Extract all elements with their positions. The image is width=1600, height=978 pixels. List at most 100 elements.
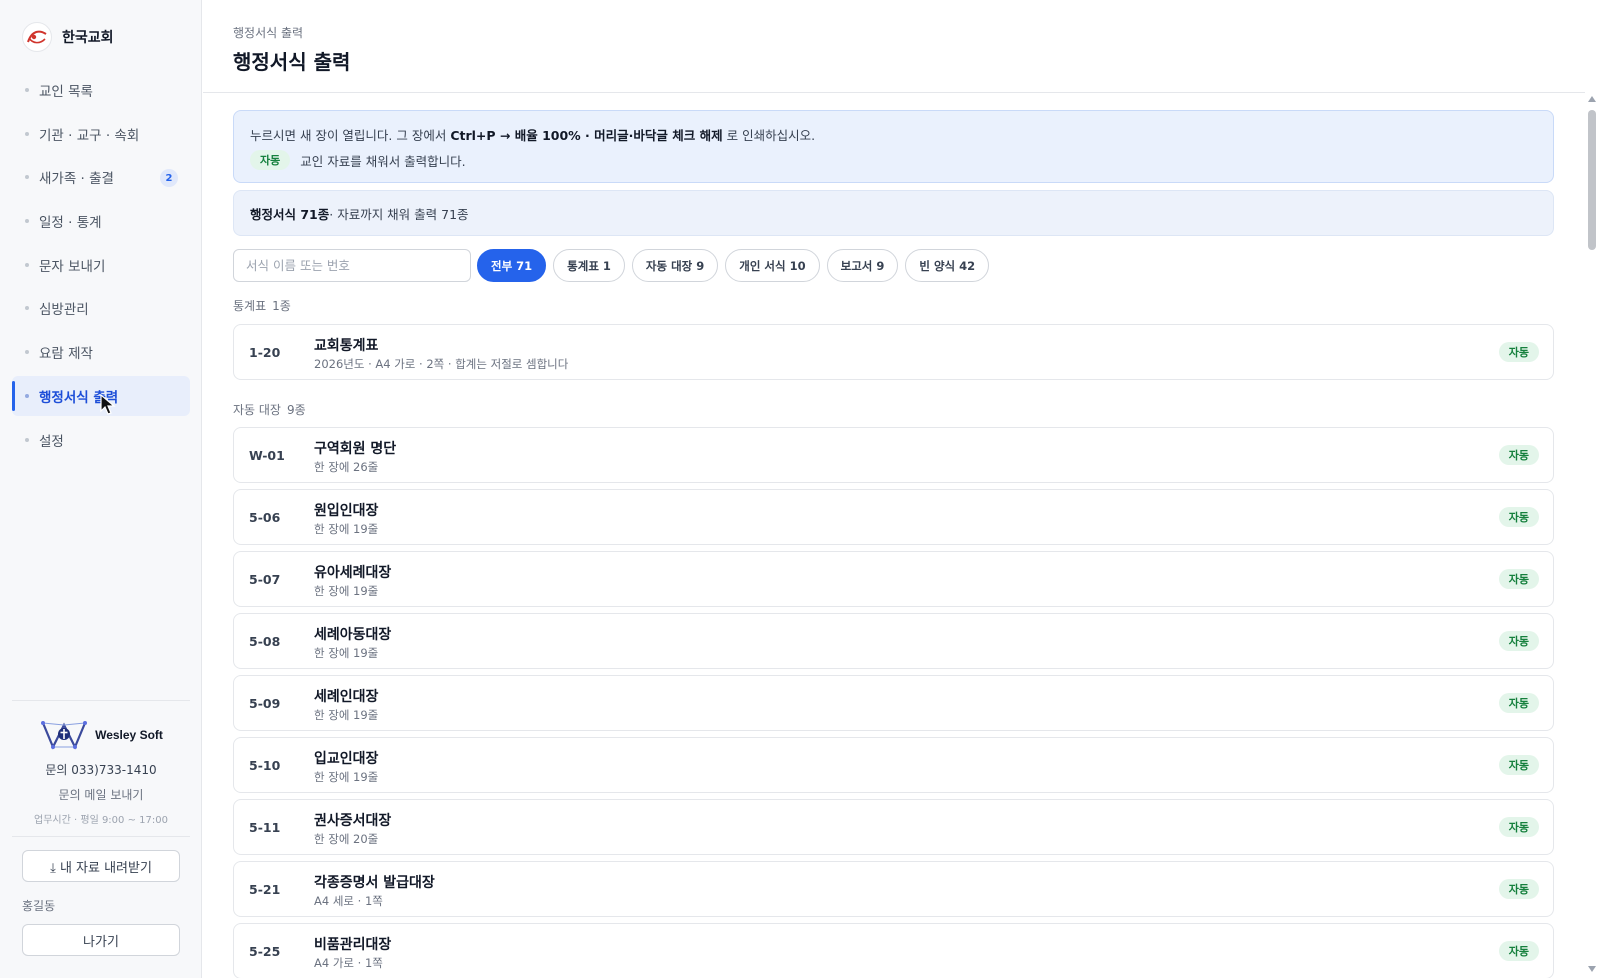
sidebar-item-directory[interactable]: 요람 제작	[12, 332, 190, 372]
filter-chip-all[interactable]: 전부 71	[477, 249, 547, 282]
contact-mail-link[interactable]: 문의 메일 보내기	[12, 786, 190, 803]
form-code: 5-11	[249, 819, 281, 835]
brand[interactable]: 한국교회	[22, 22, 114, 52]
exit-button[interactable]: 나가기	[22, 924, 180, 956]
form-code: 5-07	[249, 571, 281, 587]
business-hours: 업무시간 · 평일 9:00 ~ 17:00	[34, 815, 168, 826]
section-name: 통계표	[233, 299, 267, 313]
page-title: 행정서식 출력	[233, 50, 351, 74]
form-card[interactable]: 5-21 각종증명서 발급대장 A4 세로 · 1쪽 자동	[233, 861, 1554, 917]
form-desc: 한 장에 19줄	[314, 584, 379, 598]
sidebar-item-label: 일정 · 통계	[39, 215, 102, 232]
form-code: 5-09	[249, 695, 281, 711]
notice-text-post: 로 인쇄하십시오.	[722, 128, 816, 143]
sidebar: 한국교회 교인 목록 기관 · 교구 · 속회 새가족 · 출결 2 일정 · 통…	[0, 0, 202, 978]
sidebar-item-newcomers[interactable]: 새가족 · 출결 2	[12, 157, 190, 197]
sidebar-item-label: 교인 목록	[39, 84, 93, 100]
sidebar-item-settings[interactable]: 설정	[12, 420, 190, 460]
bullet-icon	[25, 262, 29, 267]
bullet-icon	[25, 306, 29, 311]
form-card[interactable]: 5-07 유아세례대장 한 장에 19줄 자동	[233, 551, 1554, 607]
bullet-icon	[25, 88, 29, 92]
download-data-button[interactable]: ⤓ 내 자료 내려받기	[22, 850, 180, 882]
form-code: 5-08	[249, 633, 281, 649]
bullet-icon	[25, 437, 29, 442]
form-desc: 한 장에 19줄	[314, 646, 379, 660]
form-card[interactable]: 5-08 세례아동대장 한 장에 19줄 자동	[233, 613, 1554, 669]
form-title: 세례아동대장	[314, 627, 392, 643]
auto-tag: 자동	[1498, 445, 1539, 465]
print-notice: 누르시면 새 장이 열립니다. 그 장에서 Ctrl+P → 배율 100% ·…	[233, 110, 1554, 183]
forms-summary: 행정서식 71종 · 자료까지 채워 출력 71종	[233, 190, 1554, 236]
sidebar-item-label: 기관 · 교구 · 속회	[39, 127, 140, 144]
section-count: 9종	[286, 403, 306, 417]
form-card[interactable]: W-01 구역회원 명단 한 장에 26줄 자동	[233, 427, 1554, 483]
scroll-down-arrow-icon[interactable]	[1588, 966, 1596, 972]
form-code: 5-21	[249, 881, 281, 897]
main-scrollbar[interactable]	[1585, 92, 1600, 978]
section-label-statistics: 통계표 1종	[233, 297, 291, 314]
section-count: 1종	[272, 299, 291, 313]
company-brand: Wesley Soft	[12, 717, 190, 753]
form-desc: 한 장에 19줄	[314, 708, 379, 722]
form-card[interactable]: 5-09 세례인대장 한 장에 19줄 자동	[233, 675, 1554, 731]
sidebar-item-schedule[interactable]: 일정 · 통계	[12, 201, 190, 241]
sidebar-divider	[12, 836, 190, 837]
filter-chip-reports[interactable]: 보고서 9	[826, 249, 899, 282]
form-desc: A4 가로 · 1쪽	[314, 956, 383, 970]
sidebar-item-visitation[interactable]: 심방관리	[12, 288, 190, 328]
notice-legend: 자동 교인 자료를 채워서 출력합니다.	[250, 150, 1537, 170]
sidebar-footer: Wesley Soft 문의 033)733-1410 문의 메일 보내기 업무…	[12, 700, 190, 826]
form-title: 구역회원 명단	[314, 441, 397, 457]
form-title: 비품관리대장	[314, 937, 392, 953]
form-desc: 한 장에 19줄	[314, 770, 379, 784]
form-card[interactable]: 1-20 교회통계표 2026년도 · A4 가로 · 2쪽 · 합계는 저절로…	[233, 324, 1554, 380]
form-card[interactable]: 5-11 권사증서대장 한 장에 20줄 자동	[233, 799, 1554, 855]
form-desc: 한 장에 26줄	[314, 460, 379, 474]
notice-text-pre: 누르시면 새 장이 열립니다. 그 장에서	[250, 128, 451, 143]
scroll-thumb[interactable]	[1588, 110, 1596, 250]
sidebar-item-label: 요람 제작	[39, 346, 93, 363]
scroll-up-arrow-icon[interactable]	[1588, 96, 1596, 102]
form-title: 입교인대장	[314, 751, 379, 767]
filter-chip-auto-registers[interactable]: 자동 대장 9	[631, 249, 719, 282]
mouse-cursor-icon	[100, 394, 116, 415]
filter-chips: 전부 71 통계표 1 자동 대장 9 개인 서식 10 보고서 9 빈 양식 …	[477, 249, 990, 282]
form-desc: A4 세로 · 1쪽	[314, 894, 383, 908]
form-title: 각종증명서 발급대장	[314, 875, 435, 891]
bullet-icon	[25, 219, 29, 224]
bullet-icon	[25, 350, 29, 355]
auto-tag: 자동	[1498, 941, 1539, 961]
form-card[interactable]: 5-25 비품관리대장 A4 가로 · 1쪽 자동	[233, 923, 1554, 978]
form-title: 유아세례대장	[314, 565, 392, 581]
sidebar-item-sms[interactable]: 문자 보내기	[12, 245, 190, 285]
form-list-auto-registers: W-01 구역회원 명단 한 장에 26줄 자동 5-06 원입인대장 한 장에…	[233, 427, 1554, 978]
notice-text: 누르시면 새 장이 열립니다. 그 장에서 Ctrl+P → 배율 100% ·…	[250, 125, 1537, 144]
sidebar-item-label: 문자 보내기	[39, 258, 106, 275]
wesley-soft-logo-icon	[41, 721, 88, 750]
auto-tag: 자동	[1498, 342, 1539, 362]
form-search-input[interactable]	[233, 249, 471, 282]
filter-chip-blank-forms[interactable]: 빈 양식 42	[905, 249, 990, 282]
auto-tag: 자동	[1498, 817, 1539, 837]
church-logo-icon	[22, 22, 52, 52]
filter-chip-personal-forms[interactable]: 개인 서식 10	[725, 249, 820, 282]
form-desc: 2026년도 · A4 가로 · 2쪽 · 합계는 저절로 셈합니다	[314, 357, 569, 371]
form-card[interactable]: 5-06 원입인대장 한 장에 19줄 자동	[233, 489, 1554, 545]
form-code: W-01	[249, 447, 285, 463]
summary-rest: · 자료까지 채워 출력 71종	[329, 206, 469, 222]
filter-chip-statistics[interactable]: 통계표 1	[553, 249, 625, 282]
form-title: 원입인대장	[314, 503, 379, 519]
sidebar-item-label: 심방관리	[39, 302, 89, 319]
sidebar-item-members[interactable]: 교인 목록	[12, 70, 190, 110]
auto-tag: 자동	[1498, 631, 1539, 651]
bullet-icon	[25, 175, 29, 180]
form-title: 권사증서대장	[314, 813, 392, 829]
summary-total: 행정서식 71종	[250, 206, 330, 222]
sidebar-item-label: 새가족 · 출결	[39, 171, 114, 188]
sidebar-item-organizations[interactable]: 기관 · 교구 · 속회	[12, 114, 190, 154]
auto-tag: 자동	[1498, 507, 1539, 527]
form-code: 5-10	[249, 757, 281, 773]
form-card[interactable]: 5-10 입교인대장 한 장에 19줄 자동	[233, 737, 1554, 793]
bullet-icon	[25, 131, 29, 136]
